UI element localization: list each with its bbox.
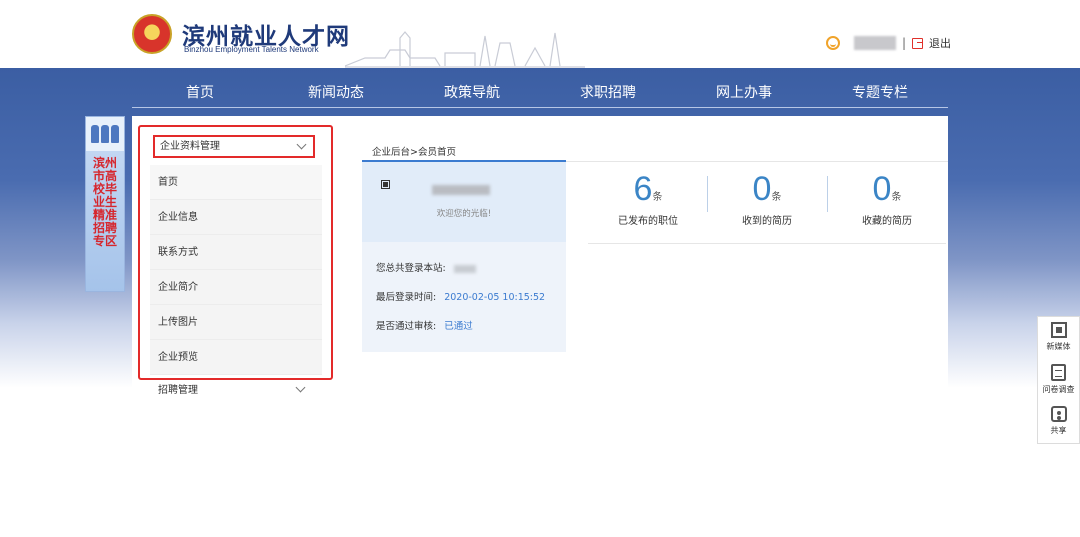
divider <box>588 243 946 244</box>
stat-received-resumes[interactable]: 0条 收到的简历 <box>707 168 827 227</box>
stat-value: 6 <box>633 170 653 208</box>
chevron-down-icon <box>296 139 307 150</box>
main-nav: 首页 新闻动态 政策导航 求职招聘 网上办事 专题专栏 <box>132 78 948 108</box>
dropdown-label: 企业资料管理 <box>160 141 220 152</box>
sidebar-item-home[interactable]: 首页 <box>150 165 322 200</box>
nav-item-online-service[interactable]: 网上办事 <box>676 78 812 107</box>
sidebar-item-upload-images[interactable]: 上传图片 <box>150 305 322 340</box>
tool-share[interactable]: 共享 <box>1038 401 1079 443</box>
company-info-dropdown[interactable]: 企业资料管理 <box>153 135 315 158</box>
profile-card: 欢迎您的光临! 您总共登录本站: 最后登录时间: 2020-02-05 10:15… <box>362 162 566 352</box>
sidebar-item-company-info[interactable]: 企业信息 <box>150 200 322 235</box>
login-count-row: 您总共登录本站: <box>376 260 476 274</box>
stat-unit: 条 <box>771 192 782 203</box>
sidebar-item-preview[interactable]: 企业预览 <box>150 340 322 375</box>
stat-label: 收藏的简历 <box>862 216 912 227</box>
tool-label: 新媒体 <box>1046 342 1071 351</box>
nav-item-jobs[interactable]: 求职招聘 <box>540 78 676 107</box>
breadcrumb: 企业后台>会员首页 <box>372 147 456 158</box>
stat-value: 0 <box>872 170 892 208</box>
sidebar-menu: 首页 企业信息 联系方式 企业简介 上传图片 企业预览 <box>150 165 322 375</box>
separator: | <box>902 36 907 50</box>
stat-unit: 条 <box>652 192 663 203</box>
user-area: | 退出 <box>826 34 951 52</box>
qr-code-icon <box>1050 322 1067 338</box>
last-login-value: 2020-02-05 10:15:52 <box>444 292 546 303</box>
stat-label: 已发布的职位 <box>618 216 678 227</box>
logout-link[interactable]: 退出 <box>929 35 951 51</box>
nav-item-policy[interactable]: 政策导航 <box>404 78 540 107</box>
nav-item-news[interactable]: 新闻动态 <box>268 78 404 107</box>
recruitment-management-dropdown[interactable]: 招聘管理 <box>150 381 322 401</box>
nav-item-home[interactable]: 首页 <box>132 78 268 107</box>
stat-saved-resumes[interactable]: 0条 收藏的简历 <box>827 168 947 227</box>
banner-text: 滨州市高校毕业生精准招聘专区 <box>92 156 117 248</box>
tool-new-media[interactable]: 新媒体 <box>1038 317 1079 359</box>
stat-value: 0 <box>752 170 772 208</box>
username-redacted <box>854 36 896 50</box>
people-illustration <box>86 117 124 151</box>
sidebar-item-contact[interactable]: 联系方式 <box>150 235 322 270</box>
welcome-text: 欢迎您的光临! <box>436 209 492 219</box>
survey-icon <box>1051 364 1066 381</box>
login-count-label: 您总共登录本站: <box>376 263 446 274</box>
last-login-row: 最后登录时间: 2020-02-05 10:15:52 <box>376 289 545 303</box>
tool-label: 问卷调查 <box>1042 385 1075 394</box>
national-emblem-logo <box>132 14 172 54</box>
avatar-image-icon <box>381 180 390 189</box>
stat-label: 收到的简历 <box>742 216 792 227</box>
tool-survey[interactable]: 问卷调查 <box>1038 359 1079 401</box>
site-subtitle: Binzhou Employment Talents Network <box>184 45 319 54</box>
nav-item-topics[interactable]: 专题专栏 <box>812 78 948 107</box>
city-skyline-illustration <box>345 31 585 68</box>
stats-panel: 6条 已发布的职位 0条 收到的简历 0条 收藏的简历 <box>588 168 946 238</box>
sidebar-item-intro[interactable]: 企业简介 <box>150 270 322 305</box>
logout-icon[interactable] <box>912 37 924 49</box>
chevron-down-icon <box>295 382 306 393</box>
stat-unit: 条 <box>891 192 902 203</box>
approval-row: 是否通过审核: 已通过 <box>376 318 473 332</box>
approval-label: 是否通过审核: <box>376 321 437 332</box>
profile-header: 欢迎您的光临! <box>362 162 566 242</box>
last-login-label: 最后登录时间: <box>376 292 437 303</box>
company-name-redacted <box>432 185 490 195</box>
site-header: 滨州就业人才网 Binzhou Employment Talents Netwo… <box>0 0 1080 68</box>
right-floating-toolbar: 新媒体 问卷调查 共享 <box>1037 316 1080 444</box>
graduate-recruitment-banner[interactable]: 滨州市高校毕业生精准招聘专区 <box>85 116 125 292</box>
login-count-redacted <box>453 264 476 273</box>
tool-label: 共享 <box>1050 426 1067 435</box>
recruitment-label: 招聘管理 <box>158 385 198 396</box>
smile-icon <box>826 36 840 50</box>
share-icon <box>1050 406 1067 422</box>
stat-published-jobs[interactable]: 6条 已发布的职位 <box>588 168 708 227</box>
approval-status: 已通过 <box>444 321 473 332</box>
